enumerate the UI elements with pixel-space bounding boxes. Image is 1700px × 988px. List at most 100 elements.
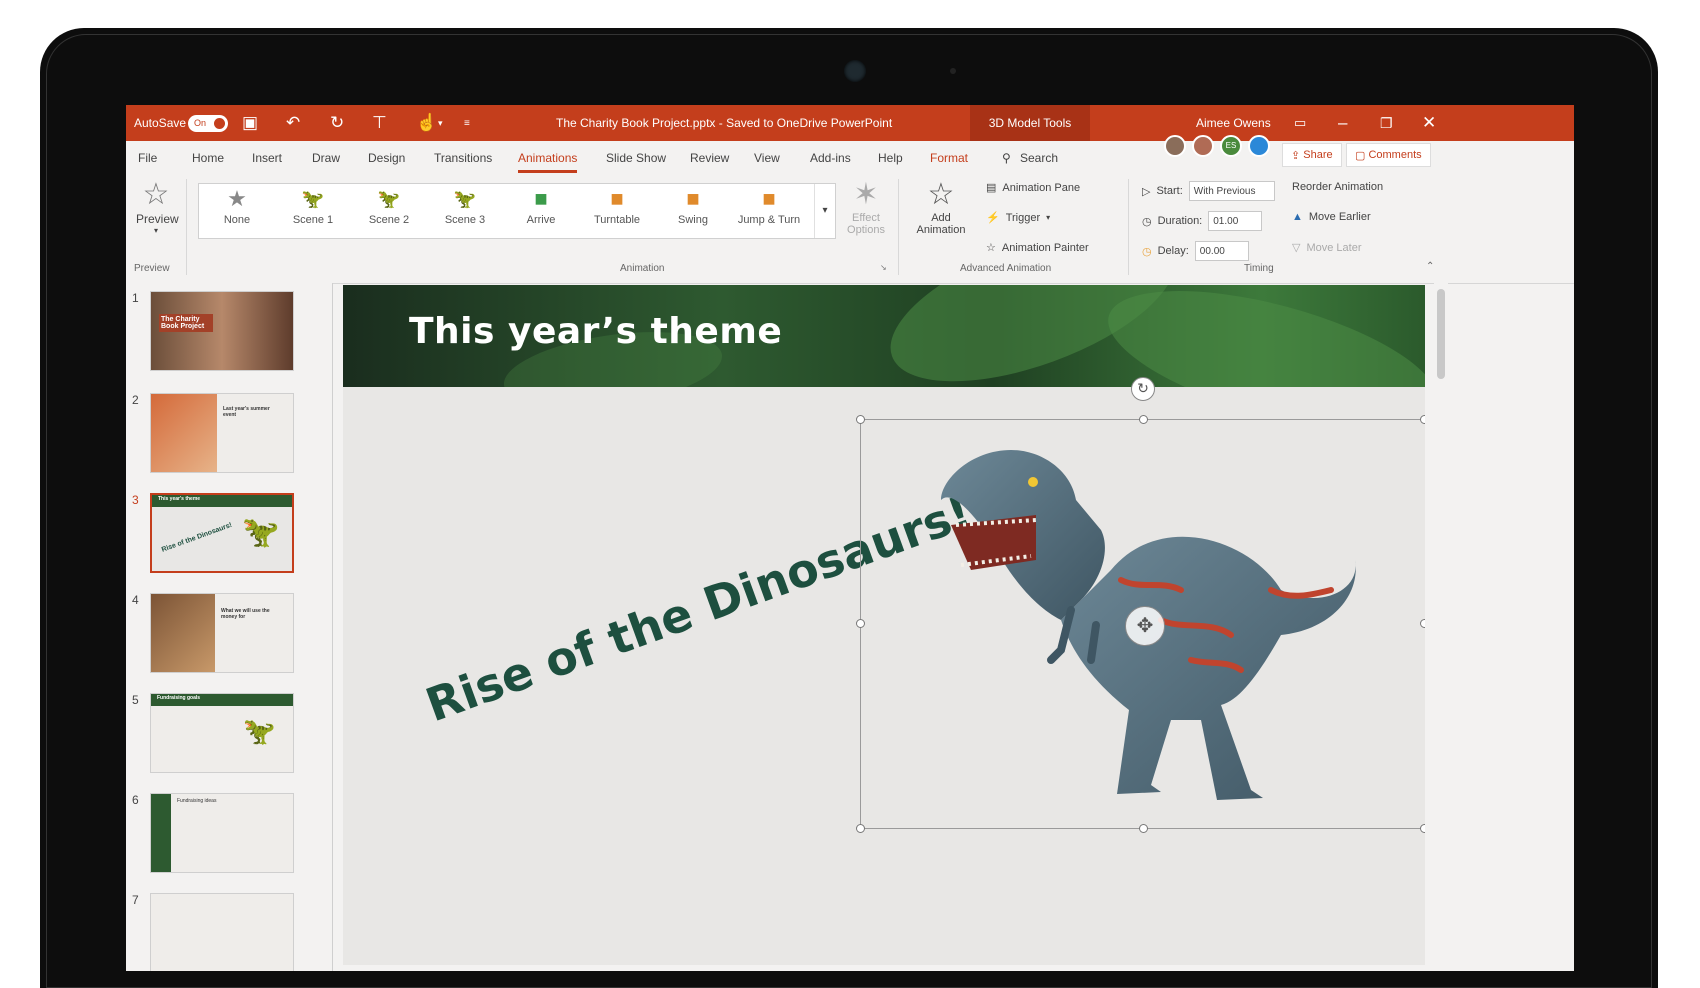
tab-animations[interactable]: Animations xyxy=(518,141,578,175)
dinosaur-icon: 🦖 xyxy=(377,189,401,209)
tab-transitions[interactable]: Transitions xyxy=(434,141,492,175)
slide-number: 1 xyxy=(132,291,139,305)
comments-button[interactable]: ▢ Comments xyxy=(1346,143,1431,167)
touch-mode-icon[interactable]: ☝ xyxy=(416,105,437,141)
search-label[interactable]: Search xyxy=(1020,141,1058,175)
undo-icon[interactable]: ↶ xyxy=(286,105,300,141)
arrive-cube-icon: ■ xyxy=(534,186,548,211)
slide-thumbnail-selected[interactable]: This year's theme Rise of the Dinosaurs!… xyxy=(150,493,294,573)
thumbnail-title: What we will use the money for xyxy=(221,608,270,620)
start-select[interactable]: With Previous xyxy=(1188,181,1275,201)
tab-format[interactable]: Format xyxy=(930,141,968,175)
animation-pane-icon: ▤ xyxy=(986,182,997,194)
add-animation-button[interactable]: ☆ Add Animation xyxy=(906,177,976,236)
tab-design[interactable]: Design xyxy=(368,141,405,175)
trigger-button[interactable]: ⚡ Trigger ▾ xyxy=(986,211,1050,225)
customize-toolbar-icon[interactable]: ≡ xyxy=(464,105,470,141)
effect-options-icon: ✶ xyxy=(853,178,879,211)
tab-view[interactable]: View xyxy=(754,141,780,175)
save-icon[interactable]: ▣ xyxy=(242,105,258,141)
duration-spinner[interactable]: 01.00 xyxy=(1208,211,1263,231)
animation-turntable[interactable]: ■ Turntable xyxy=(581,184,653,238)
touch-mode-chevron-icon[interactable]: ▾ xyxy=(438,105,443,141)
restore-icon[interactable]: ❐ xyxy=(1380,105,1393,141)
slide-thumbnail[interactable]: Fundraising goals 🦖 xyxy=(150,693,294,773)
group-label-timing: Timing xyxy=(1244,263,1274,274)
animation-painter-button[interactable]: ☆ Animation Painter xyxy=(986,241,1089,255)
slide-thumbnail[interactable]: What we will use the money for xyxy=(150,593,294,673)
ribbon-display-icon[interactable]: ▭ xyxy=(1294,105,1306,141)
tab-review[interactable]: Review xyxy=(690,141,729,175)
collapse-ribbon-icon[interactable]: ⌃ xyxy=(1426,261,1434,272)
resize-handle[interactable] xyxy=(1420,619,1425,628)
tab-home[interactable]: Home xyxy=(192,141,224,175)
slide-title[interactable]: This year’s theme xyxy=(409,311,782,352)
animation-scene-2[interactable]: 🦖 Scene 2 xyxy=(353,184,425,238)
animation-scene-1[interactable]: 🦖 Scene 1 xyxy=(277,184,349,238)
group-divider xyxy=(1128,179,1129,275)
slide-thumbnail[interactable]: Last year's summer event xyxy=(150,393,294,473)
move-earlier-button[interactable]: ▲ Move Earlier xyxy=(1292,211,1371,223)
avatar-initials[interactable]: ES xyxy=(1220,135,1242,157)
add-animation-star-icon: ☆ xyxy=(927,178,955,211)
avatar[interactable] xyxy=(1164,135,1186,157)
resize-handle[interactable] xyxy=(856,415,865,424)
move-earlier-label: Move Earlier xyxy=(1308,211,1371,223)
animation-jump-and-turn[interactable]: ■ Jump & Turn xyxy=(733,184,805,238)
share-button[interactable]: ⇪ Share xyxy=(1282,143,1342,167)
vertical-scrollbar[interactable] xyxy=(1434,283,1448,971)
avatar[interactable] xyxy=(1248,135,1270,157)
tab-help[interactable]: Help xyxy=(878,141,903,175)
animation-scene-3[interactable]: 🦖 Scene 3 xyxy=(429,184,501,238)
avatar[interactable] xyxy=(1192,135,1214,157)
slide-thumbnail[interactable]: The Charity Book Project xyxy=(150,291,294,371)
gallery-more-chevron-icon[interactable]: ▾ xyxy=(814,184,835,238)
play-icon: ▷ xyxy=(1142,185,1151,198)
thumbnail-banner xyxy=(151,794,171,872)
resize-handle[interactable] xyxy=(1139,415,1148,424)
delay-spinner[interactable]: 00.00 xyxy=(1194,241,1249,261)
search-icon[interactable]: ⚲ xyxy=(1002,141,1011,175)
animation-swing[interactable]: ■ Swing xyxy=(657,184,729,238)
redo-icon[interactable]: ↻ xyxy=(330,105,344,141)
animation-none[interactable]: ★ None xyxy=(201,184,273,238)
tab-insert[interactable]: Insert xyxy=(252,141,282,175)
rotate-handle-icon[interactable]: ↻ xyxy=(1131,377,1155,401)
dinosaur-icon: 🦖 xyxy=(301,189,325,209)
scrollbar-thumb[interactable] xyxy=(1437,289,1445,379)
slide-canvas[interactable]: This year’s theme Rise of the Dinosaurs! xyxy=(343,285,1425,965)
banner-leaf xyxy=(1094,285,1425,387)
close-icon[interactable]: ✕ xyxy=(1422,105,1436,141)
minimize-icon[interactable]: – xyxy=(1338,105,1347,141)
3d-model-selection[interactable]: ✥ xyxy=(860,419,1425,829)
resize-handle[interactable] xyxy=(856,824,865,833)
effect-options-button[interactable]: ✶ Effect Options xyxy=(842,177,890,236)
tab-draw[interactable]: Draw xyxy=(312,141,340,175)
dialog-launcher-icon[interactable]: ↘ xyxy=(880,263,887,272)
document-title: The Charity Book Project.pptx - Saved to… xyxy=(556,116,893,130)
animation-pane-label: Animation Pane xyxy=(1002,181,1081,194)
resize-handle[interactable] xyxy=(1420,824,1425,833)
animation-arrive[interactable]: ■ Arrive xyxy=(505,184,577,238)
animation-pane-button[interactable]: ▤ Animation Pane xyxy=(986,181,1081,195)
thumbnail-title: Fundraising ideas xyxy=(177,798,217,804)
resize-handle[interactable] xyxy=(856,619,865,628)
animation-painter-icon: ☆ xyxy=(986,242,996,254)
preview-button[interactable]: ☆ Preview ▾ xyxy=(136,177,179,235)
clock-icon: ◷ xyxy=(1142,215,1152,228)
tab-file[interactable]: File xyxy=(138,141,157,175)
slide-thumbnail[interactable] xyxy=(150,893,294,971)
autosave-toggle[interactable]: On xyxy=(188,114,228,132)
effect-options-label: Effect Options xyxy=(847,212,885,236)
tab-slide-show[interactable]: Slide Show xyxy=(606,141,666,175)
present-icon[interactable]: ⊤ xyxy=(372,105,387,141)
resize-handle[interactable] xyxy=(1139,824,1148,833)
title-bar: AutoSave On ▣ ↶ ↻ ⊤ ☝ ▾ ≡ The Charity Bo… xyxy=(126,105,1574,141)
slide-number: 4 xyxy=(132,593,139,607)
slide-thumbnail[interactable]: Fundraising ideas xyxy=(150,793,294,873)
move-later-icon: ▽ xyxy=(1292,242,1301,254)
resize-handle[interactable] xyxy=(1420,415,1425,424)
3d-rotate-control-icon[interactable]: ✥ xyxy=(1125,606,1165,646)
move-later-button[interactable]: ▽ Move Later xyxy=(1292,241,1362,255)
tab-add-ins[interactable]: Add-ins xyxy=(810,141,851,175)
